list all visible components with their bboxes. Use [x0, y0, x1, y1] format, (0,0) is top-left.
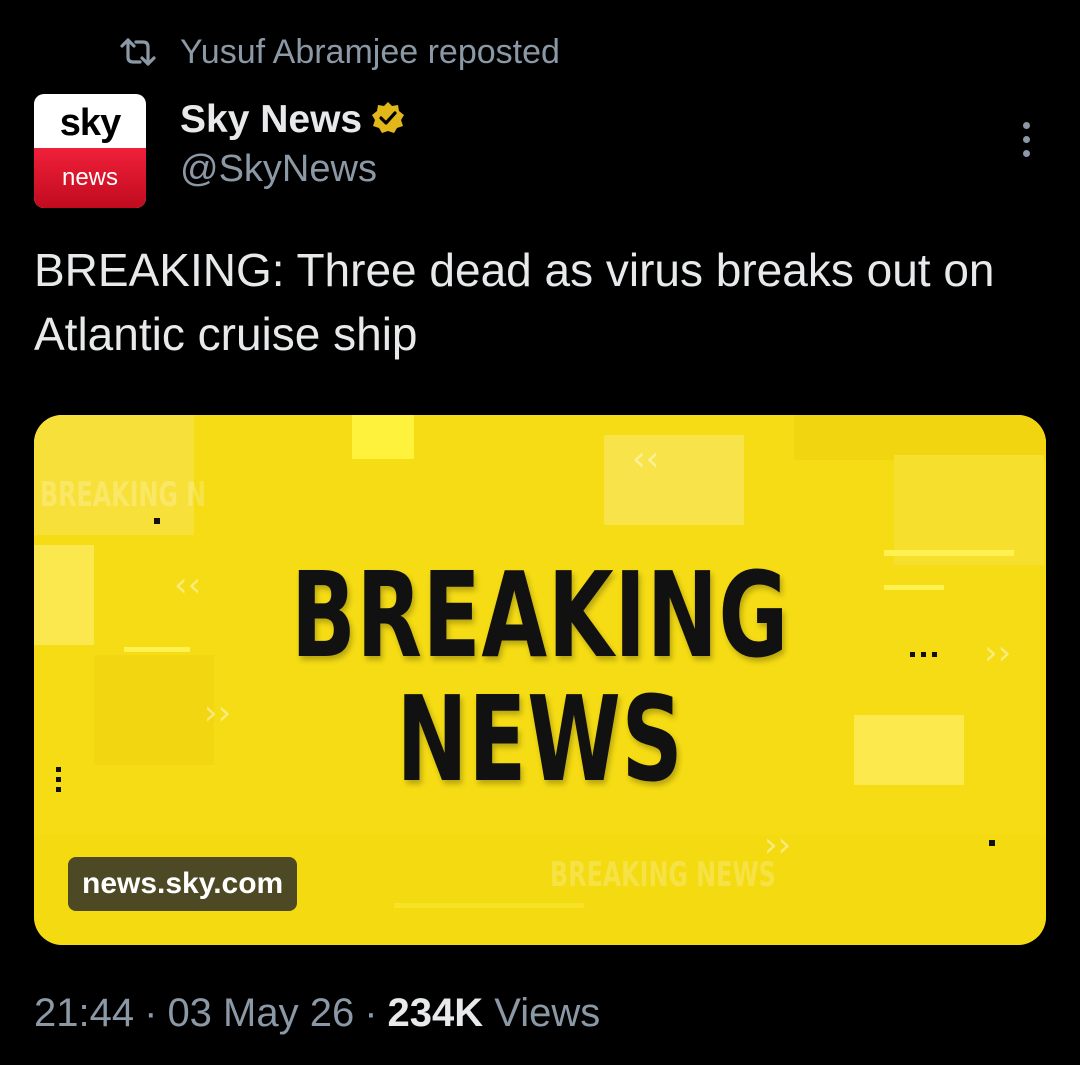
bg-block — [604, 435, 744, 525]
more-dot — [1022, 150, 1030, 157]
link-card[interactable]: BREAKING N BREAKING NEWS ‹‹ ‹‹ ›› ›› ›› … — [34, 415, 1046, 945]
tweet-text: BREAKING: Three dead as virus breaks out… — [34, 244, 995, 360]
tweet-metadata: 21:44 · 03 May 26 · 234K Views — [34, 985, 600, 1041]
views-label: Views — [494, 990, 601, 1035]
decor-dot — [910, 652, 915, 657]
decor-dot — [989, 840, 995, 846]
user-handle[interactable]: @SkyNews — [180, 148, 406, 191]
decor-dot — [56, 777, 61, 782]
tweet-time[interactable]: 21:44 — [34, 991, 134, 1036]
card-domain-text: news.sky.com — [82, 867, 284, 900]
meta-separator: · — [364, 990, 378, 1035]
views-count: 234K — [387, 990, 484, 1035]
chevron-decor-icon: ‹‹ — [632, 439, 660, 479]
decor-dot — [56, 767, 61, 772]
ghost-text: BREAKING NEWS — [550, 855, 776, 895]
bg-block — [352, 415, 414, 459]
tweet-date[interactable]: 03 May 26 — [167, 991, 354, 1036]
bg-block — [34, 545, 94, 645]
repost-label: Yusuf Abramjee reposted — [180, 32, 560, 71]
chevron-decor-icon: ›› — [984, 633, 1012, 673]
decor-dot — [932, 652, 937, 657]
meta-separator: · — [144, 990, 158, 1035]
author-names: Sky News @SkyNews — [180, 98, 406, 191]
bg-block — [894, 455, 1044, 565]
bg-block — [794, 415, 1046, 460]
more-options-icon[interactable] — [1006, 122, 1046, 162]
display-name-row: Sky News — [180, 98, 406, 142]
verified-badge-icon — [370, 100, 406, 141]
more-dot — [1022, 122, 1030, 129]
avatar-logo-news: news — [61, 164, 119, 191]
repost-icon — [118, 35, 158, 69]
avatar-logo-top: sky — [59, 102, 121, 144]
decor-dot — [154, 518, 160, 524]
tweet-header: sky news Sky News @SkyNews — [34, 94, 1046, 210]
card-headline-line2: NEWS — [396, 670, 684, 808]
avatar-logo-bottom: news — [34, 148, 146, 208]
card-headline-line1: BREAKING — [290, 546, 790, 684]
decor-dot — [921, 652, 926, 657]
more-dot — [1022, 136, 1030, 143]
avatar[interactable]: sky news — [34, 94, 146, 208]
views-group[interactable]: 234K Views — [388, 991, 601, 1036]
chevron-decor-icon: ›› — [764, 825, 792, 865]
card-domain-label: news.sky.com — [68, 857, 298, 911]
ghost-text: BREAKING N — [40, 475, 207, 515]
display-name[interactable]: Sky News — [180, 98, 362, 142]
repost-indicator[interactable]: Yusuf Abramjee reposted — [118, 28, 560, 76]
decor-dot — [56, 787, 61, 792]
